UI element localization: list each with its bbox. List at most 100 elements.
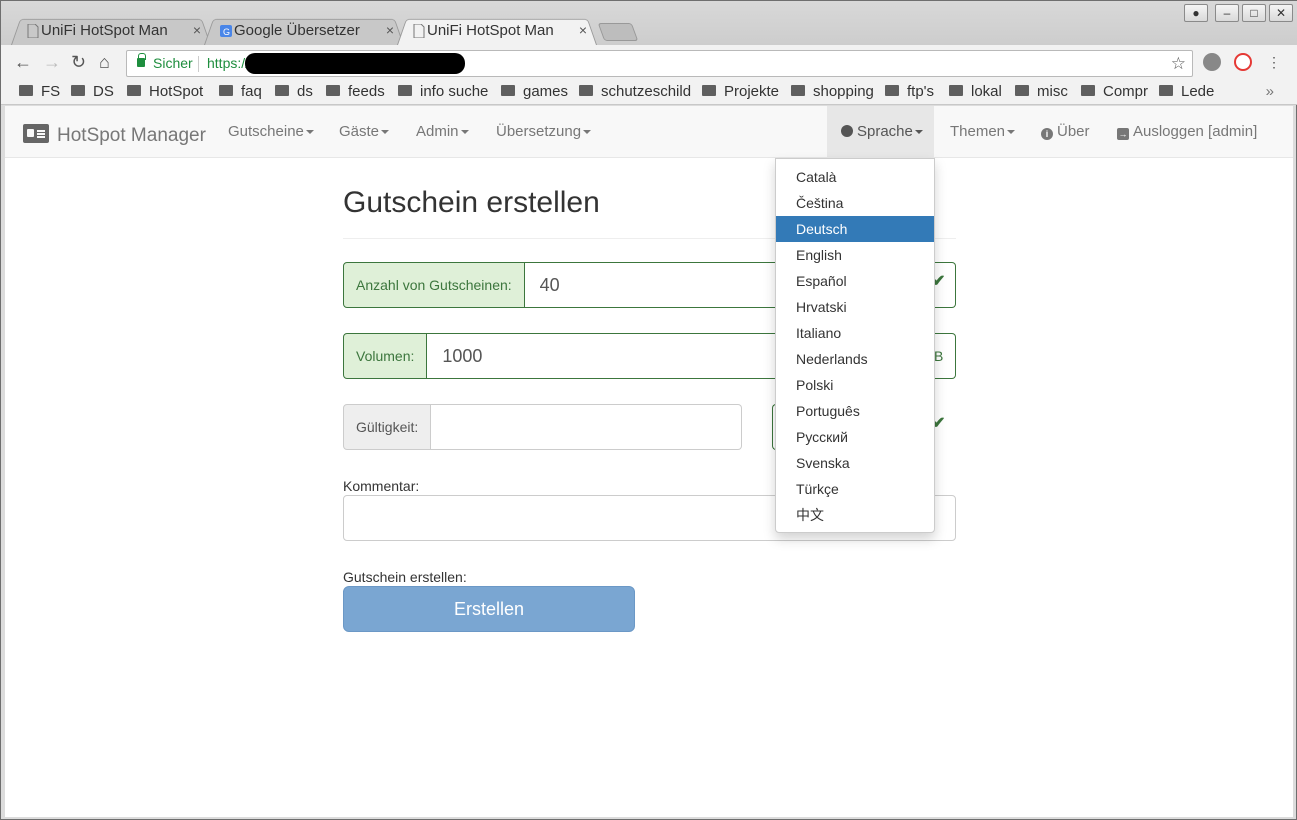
bookmark-folder[interactable]: DS: [71, 83, 114, 100]
comment-label: Kommentar:: [343, 478, 420, 494]
tab-strip: UniFi HotSpot Mana × G Google Übersetzer…: [1, 1, 1297, 45]
language-option[interactable]: Italiano: [776, 320, 934, 346]
bookmarks-overflow-icon[interactable]: »: [1266, 83, 1274, 100]
folder-icon: [127, 85, 141, 96]
browser-window: UniFi HotSpot Mana × G Google Übersetzer…: [0, 0, 1297, 820]
validity-input[interactable]: [431, 404, 742, 450]
bookmark-folder[interactable]: faq: [219, 83, 262, 100]
web-page: HotSpot Manager Gutscheine Gäste Admin Ü…: [5, 106, 1293, 817]
bookmark-folder[interactable]: Lede: [1159, 83, 1214, 100]
menu-uebersetzung[interactable]: Übersetzung: [482, 106, 605, 158]
bookmark-star-icon[interactable]: ☆: [1171, 51, 1186, 76]
folder-icon: [398, 85, 412, 96]
folder-icon: [1015, 85, 1029, 96]
caret-down-icon: [305, 130, 314, 135]
bookmark-folder[interactable]: schutzeschild: [579, 83, 691, 100]
id-card-icon: [23, 124, 49, 143]
bookmark-folder[interactable]: HotSpot: [127, 83, 203, 100]
volume-unit: B: [934, 348, 944, 364]
app-brand[interactable]: HotSpot Manager: [23, 122, 206, 147]
caret-down-icon: [583, 130, 592, 135]
folder-icon: [275, 85, 289, 96]
language-option[interactable]: Polski: [776, 372, 934, 398]
globe-icon: [841, 125, 853, 137]
language-option-selected[interactable]: Deutsch: [776, 216, 934, 242]
folder-icon: [579, 85, 593, 96]
bookmark-folder[interactable]: shopping: [791, 83, 874, 100]
profile-icon[interactable]: ●: [1184, 4, 1208, 22]
menu-gutscheine[interactable]: Gutscheine: [214, 106, 328, 158]
language-option[interactable]: English: [776, 242, 934, 268]
extension-gear-icon[interactable]: [1203, 53, 1221, 71]
bookmark-folder[interactable]: misc: [1015, 83, 1068, 100]
language-option[interactable]: Русский: [776, 424, 934, 450]
page-icon: [413, 24, 425, 38]
address-bar[interactable]: Sicher https:// ☆: [126, 50, 1193, 77]
caret-down-icon: [914, 130, 923, 135]
tab-title: UniFi HotSpot Mana: [427, 22, 554, 39]
svg-text:G: G: [223, 27, 230, 37]
bookmark-folder[interactable]: lokal: [949, 83, 1002, 100]
back-icon[interactable]: ←: [14, 52, 32, 72]
close-window-button[interactable]: ✕: [1269, 4, 1293, 22]
close-icon[interactable]: ×: [193, 16, 201, 45]
tab-unifi-1[interactable]: UniFi HotSpot Mana ×: [11, 16, 211, 45]
language-option[interactable]: Español: [776, 268, 934, 294]
logout-icon: →: [1117, 128, 1129, 140]
menu-logout[interactable]: → Ausloggen [admin]: [1103, 106, 1271, 158]
bookmark-folder[interactable]: feeds: [326, 83, 385, 100]
count-label: Anzahl von Gutscheinen:: [343, 262, 525, 308]
bookmark-folder[interactable]: games: [501, 83, 568, 100]
menu-themen[interactable]: Themen: [936, 106, 1029, 158]
language-option[interactable]: Čeština: [776, 190, 934, 216]
extension-block-icon[interactable]: [1234, 53, 1252, 71]
language-dropdown: Català Čeština Deutsch English Español H…: [775, 158, 935, 533]
language-option[interactable]: Català: [776, 164, 934, 190]
home-icon[interactable]: ⌂: [99, 52, 110, 72]
info-icon: i: [1041, 128, 1053, 140]
language-option[interactable]: Svenska: [776, 450, 934, 476]
menu-ueber[interactable]: i Über: [1027, 106, 1104, 158]
tab-title: Google Übersetzer: [234, 22, 360, 39]
bookmark-folder[interactable]: ftp's: [885, 83, 934, 100]
url-text[interactable]: https://: [207, 51, 249, 76]
page-icon: [27, 24, 39, 38]
menu-admin[interactable]: Admin: [402, 106, 483, 158]
validity-input-group: Gültigkeit:: [343, 404, 742, 450]
menu-icon[interactable]: ⋮: [1267, 53, 1281, 71]
bookmark-folder[interactable]: FS: [19, 83, 60, 100]
folder-icon: [219, 85, 233, 96]
bookmark-folder[interactable]: Compr: [1081, 83, 1148, 100]
validity-label: Gültigkeit:: [343, 404, 432, 450]
bookmark-folder[interactable]: info suche: [398, 83, 488, 100]
caret-down-icon: [381, 130, 390, 135]
tab-unifi-active[interactable]: UniFi HotSpot Mana ×: [397, 16, 597, 45]
maximize-button[interactable]: □: [1242, 4, 1266, 22]
language-option[interactable]: Português: [776, 398, 934, 424]
folder-icon: [1081, 85, 1095, 96]
language-option[interactable]: Hrvatski: [776, 294, 934, 320]
security-label: Sicher: [153, 55, 193, 71]
menu-gaeste[interactable]: Gäste: [325, 106, 403, 158]
language-option[interactable]: 中文: [776, 502, 934, 528]
redaction-mark: [245, 53, 465, 74]
app-navbar: HotSpot Manager Gutscheine Gäste Admin Ü…: [5, 106, 1293, 158]
language-option[interactable]: Türkçe: [776, 476, 934, 502]
reload-icon[interactable]: ↻: [71, 52, 86, 72]
folder-icon: [949, 85, 963, 96]
folder-icon: [1159, 85, 1173, 96]
forward-icon[interactable]: →: [43, 52, 61, 72]
bookmark-folder[interactable]: ds: [275, 83, 313, 100]
minimize-button[interactable]: –: [1215, 4, 1239, 22]
menu-sprache[interactable]: Sprache: [827, 106, 934, 158]
close-icon[interactable]: ×: [386, 16, 394, 45]
bookmark-folder[interactable]: Projekte: [702, 83, 779, 100]
folder-icon: [71, 85, 85, 96]
submit-label: Gutschein erstellen:: [343, 569, 467, 585]
close-icon[interactable]: ×: [579, 16, 587, 45]
new-tab-button[interactable]: [597, 23, 639, 41]
create-button[interactable]: Erstellen: [343, 586, 635, 632]
language-option[interactable]: Nederlands: [776, 346, 934, 372]
tab-google-translate[interactable]: G Google Übersetzer ×: [204, 16, 404, 45]
browser-toolbar: ← → ↻ ⌂ Sicher https:// ☆: [1, 45, 1297, 80]
